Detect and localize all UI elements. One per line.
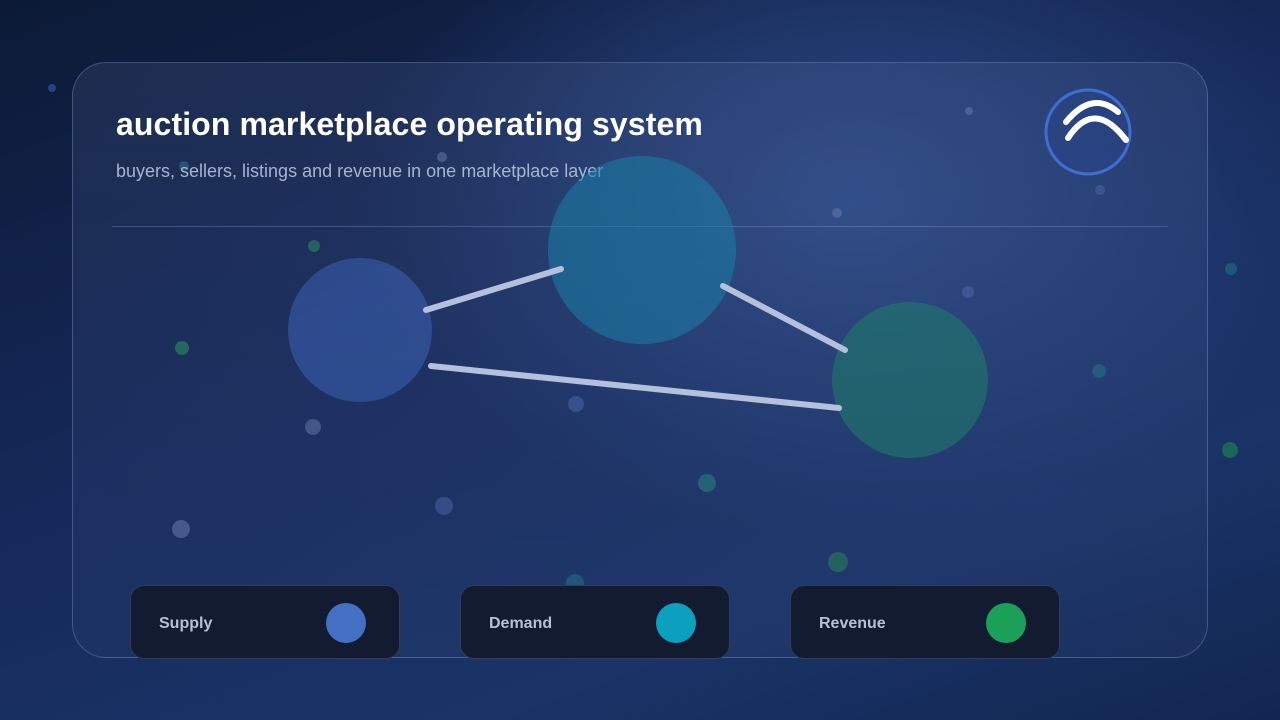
revenue-swatch-icon [986,603,1026,643]
legend-card-demand: Demand [460,585,730,659]
divider [112,226,1168,227]
legend-label-supply: Supply [159,615,213,632]
supply-swatch-icon [326,603,366,643]
legend-label-demand: Demand [489,615,553,632]
legend-card-supply: Supply [130,585,400,659]
arc-logo-icon [1044,88,1132,176]
legend-card-revenue: Revenue [790,585,1060,659]
page-subtitle: buyers, sellers, listings and revenue in… [116,161,604,181]
particle [48,84,56,92]
particle [1222,442,1238,458]
page-title: auction marketplace operating system [116,106,703,142]
particle [1225,263,1237,275]
demand-swatch-icon [656,603,696,643]
main-card [72,62,1208,658]
legend-label-revenue: Revenue [819,615,886,632]
